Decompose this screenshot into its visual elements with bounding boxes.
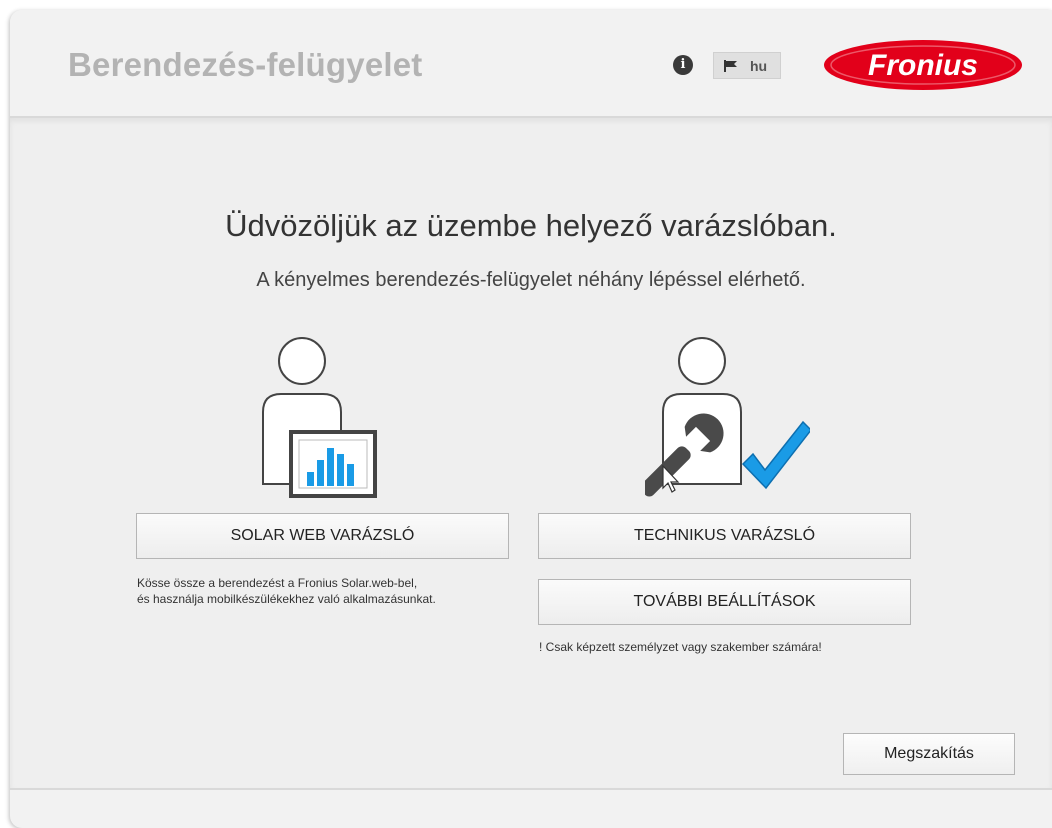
- solar-web-note-line1: Kösse össze a berendezést a Fronius Sola…: [137, 576, 418, 590]
- technician-note: ! Csak képzett személyzet vagy szakember…: [539, 640, 822, 654]
- user-wrench-check-icon: [645, 337, 810, 497]
- app-title: Berendezés-felügyelet: [68, 46, 423, 83]
- user-chart-icon: [262, 337, 377, 498]
- solar-web-note: Kösse össze a berendezést a Fronius Sola…: [137, 575, 436, 607]
- technician-wizard-button[interactable]: TECHNIKUS VARÁZSLÓ: [538, 513, 911, 559]
- cancel-button[interactable]: Megszakítás: [843, 733, 1015, 775]
- language-label: hu: [750, 57, 768, 74]
- logo-text: Fronius: [868, 49, 978, 82]
- solar-web-note-line2: és használja mobilkészülékekhez való alk…: [137, 592, 436, 606]
- welcome-title: Üdvözöljük az üzembe helyező varázslóban…: [225, 208, 837, 243]
- fronius-logo: Fronius: [824, 40, 1022, 90]
- solar-web-wizard-button[interactable]: SOLAR WEB VARÁZSLÓ: [136, 513, 509, 559]
- language-selector[interactable]: hu: [713, 52, 781, 79]
- main-content: Üdvözöljük az üzembe helyező varázslóban…: [10, 116, 1052, 790]
- more-settings-button[interactable]: TOVÁBBI BEÁLLÍTÁSOK: [538, 579, 911, 625]
- flag-icon: [724, 59, 737, 72]
- info-icon[interactable]: i: [673, 55, 693, 75]
- welcome-subtitle: A kényelmes berendezés-felügyelet néhány…: [256, 269, 806, 291]
- header: Berendezés-felügyelet i hu Fronius: [10, 10, 1052, 116]
- app-window: Berendezés-felügyelet i hu Fronius Üdvöz…: [10, 10, 1052, 828]
